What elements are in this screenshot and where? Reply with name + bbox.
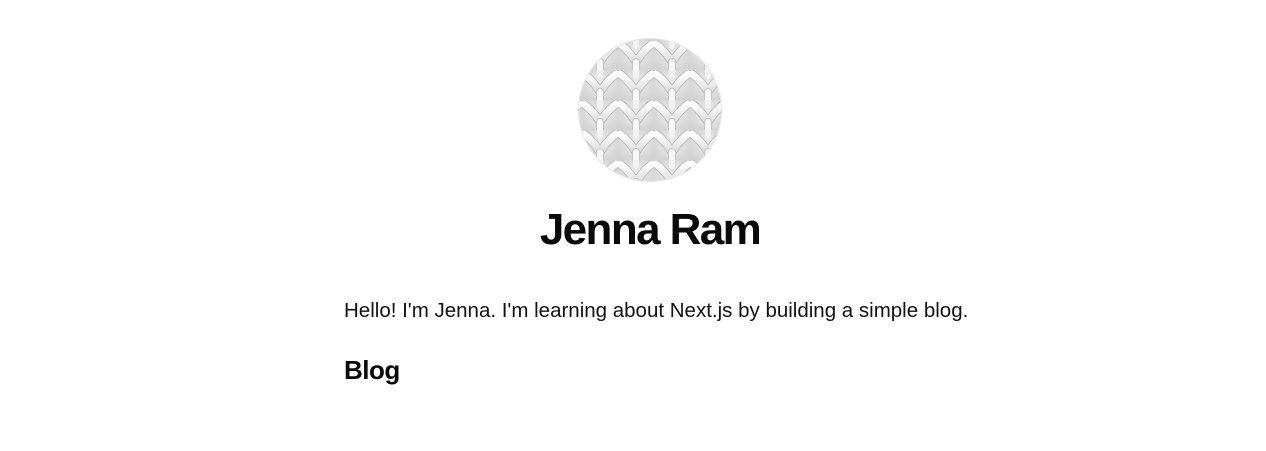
site-header: Jenna Ram xyxy=(0,38,1266,256)
site-title: Jenna Ram xyxy=(539,205,762,254)
page: Jenna Ram Hello! I'm Jenna. I'm learning… xyxy=(0,0,1266,451)
intro-paragraph: Hello! I'm Jenna. I'm learning about Nex… xyxy=(344,299,969,322)
main-content: Hello! I'm Jenna. I'm learning about Nex… xyxy=(344,295,984,387)
profile-avatar-icon xyxy=(578,38,722,182)
blog-section-heading: Blog xyxy=(344,355,400,385)
